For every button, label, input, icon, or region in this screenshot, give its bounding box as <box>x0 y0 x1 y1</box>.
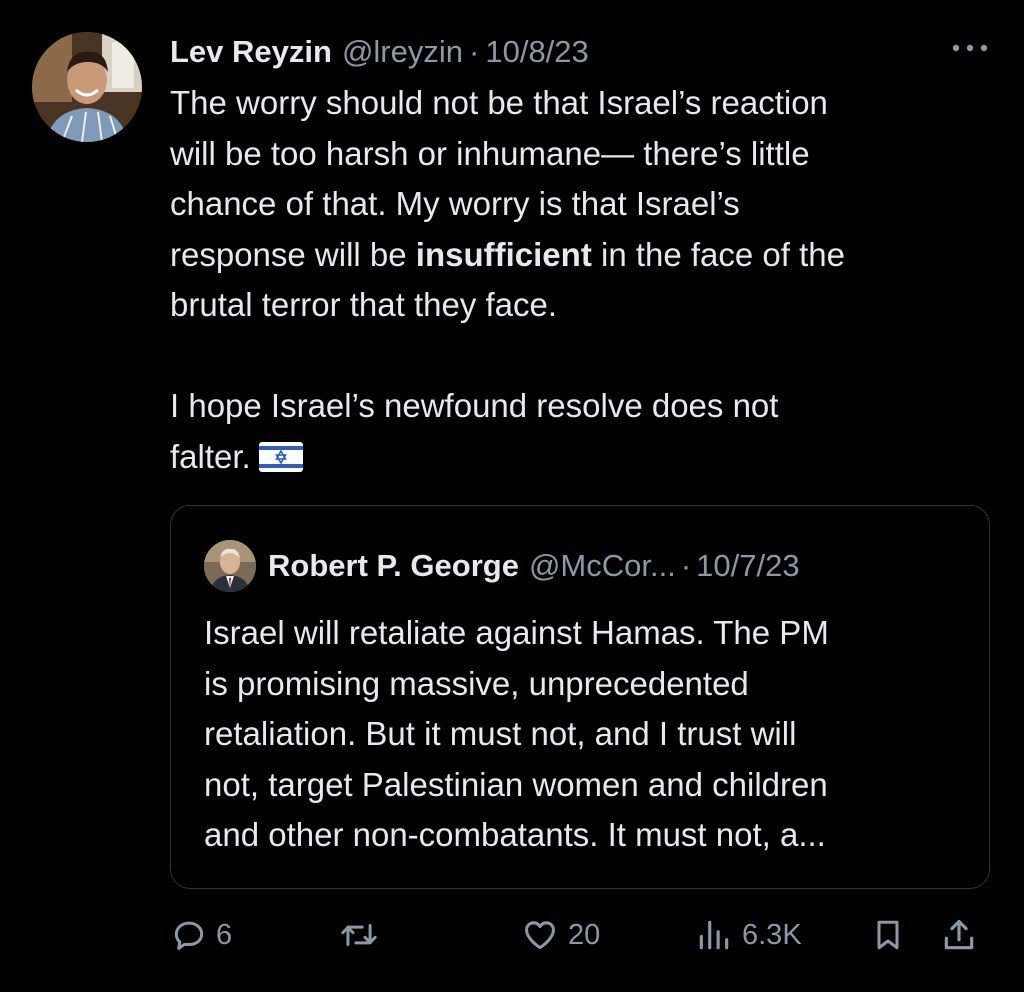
tweet-text-line: falter. <box>170 432 1000 487</box>
tweet-text-line: will be too harsh or inhumane— there’s l… <box>170 134 810 172</box>
quoted-tweet-header: Robert P. George @McCor... · 10/7/23 <box>268 544 800 588</box>
separator-dot: · <box>680 548 692 583</box>
heart-icon <box>525 921 555 950</box>
share-button[interactable] <box>940 910 978 960</box>
quoted-text-line: not, target Palestinian women and childr… <box>204 765 828 803</box>
author-handle[interactable]: @lreyzin <box>342 34 463 70</box>
quoted-author-avatar[interactable] <box>204 540 256 592</box>
quoted-author-name[interactable]: Robert P. George <box>268 548 519 584</box>
israel-flag-emoji <box>258 436 303 487</box>
tweet-text-segment: in the face of the <box>591 235 845 273</box>
author-avatar[interactable] <box>32 32 142 142</box>
views-button[interactable]: 6.3K <box>694 910 802 960</box>
separator-dot: · <box>469 34 480 69</box>
more-options-button[interactable] <box>948 38 992 58</box>
quoted-text-line: and other non-combatants. It must not, a… <box>204 816 826 853</box>
tweet-text-line: The worry should not be that Israel’s re… <box>170 84 828 121</box>
quoted-text-line: is promising massive, unprecedented <box>204 664 749 702</box>
like-count: 20 <box>568 918 601 951</box>
bar-chart-icon <box>699 920 729 950</box>
tweet-text: The worry should not be that Israel’s re… <box>170 78 1000 486</box>
tweet-header: Lev Reyzin @lreyzin · 10/8/23 <box>170 30 589 74</box>
tweet-actions-bar: 6 20 6.3K <box>170 910 1000 960</box>
quoted-text-line: Israel will retaliate against Hamas. The… <box>204 614 829 651</box>
tweet-text-segment: response will be <box>170 235 416 273</box>
more-horizontal-icon <box>952 44 988 52</box>
quoted-tweet-text: Israel will retaliate against Hamas. The… <box>204 608 974 861</box>
like-button[interactable]: 20 <box>520 910 600 960</box>
retweet-button[interactable] <box>338 910 380 960</box>
tweet-text-segment: falter. <box>170 437 251 475</box>
tweet-date[interactable]: 10/8/23 <box>485 34 588 70</box>
reply-bubble-icon <box>174 921 204 950</box>
tweet-text-line: response will be insufficient in the fac… <box>170 230 1000 281</box>
quoted-tweet-date[interactable]: 10/7/23 <box>696 548 799 584</box>
tweet-text-line: I hope Israel’s newfound resolve does no… <box>170 387 779 424</box>
author-name[interactable]: Lev Reyzin <box>170 34 332 70</box>
retweet-icon <box>341 923 377 947</box>
tweet-text-bold: insufficient <box>415 235 592 273</box>
quoted-tweet[interactable]: Robert P. George @McCor... · 10/7/23 Isr… <box>170 505 990 889</box>
share-upload-icon <box>944 919 974 950</box>
quoted-author-handle[interactable]: @McCor... <box>529 548 676 584</box>
tweet-text-line: brutal terror that they face. <box>170 286 558 323</box>
bookmark-icon <box>877 920 899 950</box>
bookmark-button[interactable] <box>870 910 906 960</box>
view-count: 6.3K <box>742 918 802 951</box>
reply-count: 6 <box>216 918 233 951</box>
reply-button[interactable]: 6 <box>170 910 232 960</box>
tweet-text-line: chance of that. My worry is that Israel’… <box>170 185 740 222</box>
tweet[interactable]: Lev Reyzin @lreyzin · 10/8/23 The worry … <box>0 0 1024 992</box>
quoted-text-line: retaliation. But it must not, and I trus… <box>204 715 797 752</box>
